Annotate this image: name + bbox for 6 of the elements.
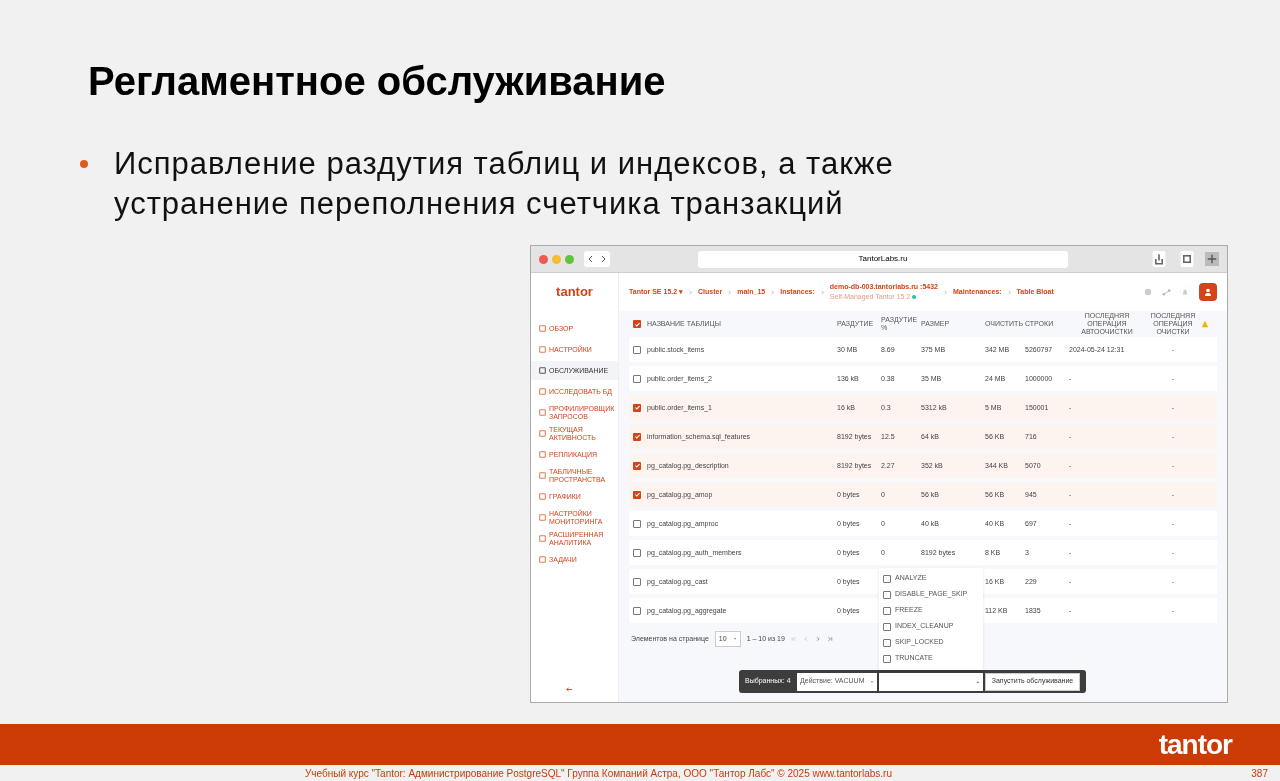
bullet-text: Исправление раздутия таблиц и индексов, а также устранение переполнения счетчика транзакций <box>114 145 895 223</box>
slide-title: Регламентное обслуживание <box>88 58 666 105</box>
footer-text: Учебный курс "Tantor: Администрирование PostgreSQL" Группа Компаний Астра, ООО "Тантор Лабс" © 2025 www.tantorlabs.ru <box>305 766 892 781</box>
app-logo: tantor <box>555 283 594 302</box>
footer-logo: tantor <box>1158 727 1232 762</box>
page-number: 387 <box>1251 766 1268 781</box>
